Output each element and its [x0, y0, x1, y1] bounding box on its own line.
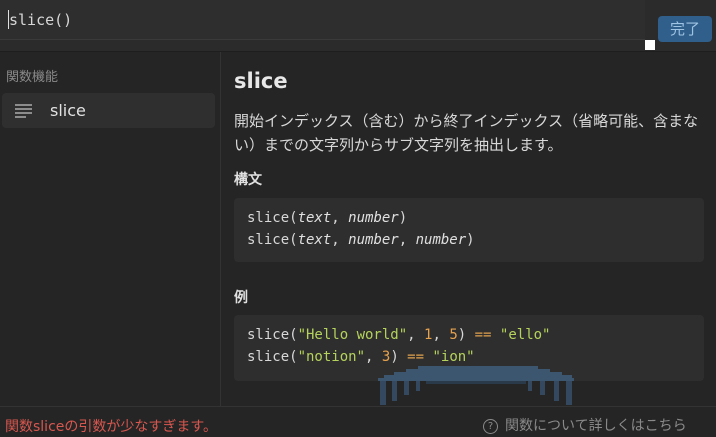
function-description: 開始インデックス（含む）から終了インデックス（省略可能、含まない）までの文字列か…: [234, 112, 699, 154]
pixel-art-decoration: [378, 366, 574, 405]
help-icon: ?: [483, 419, 498, 434]
sidebar-header: 関数機能: [6, 70, 59, 85]
example-line: slice("Hello world", 1, 5) == "ello": [247, 327, 551, 343]
syntax-label: 構文: [234, 172, 262, 188]
status-footer: 関数sliceの引数が少なすぎます。 ? 関数について詳しくはこちら: [0, 406, 716, 437]
syntax-line: slice(text, number): [247, 210, 408, 226]
help-link-label: 関数について詳しくはこちら: [505, 418, 687, 434]
list-icon: [15, 104, 32, 118]
sidebar-item-slice[interactable]: slice: [2, 93, 215, 128]
function-sidebar: 関数機能 slice: [0, 52, 221, 406]
done-button[interactable]: 完了: [658, 16, 712, 42]
resize-handle[interactable]: [645, 40, 655, 50]
formula-editor-bar: slice() 完了: [0, 0, 716, 52]
error-message: 関数sliceの引数が少なすぎます。: [5, 419, 217, 435]
function-title: slice: [234, 69, 288, 93]
syntax-line: slice(text, number, number): [247, 232, 475, 248]
formula-input-text: slice(): [9, 11, 73, 29]
example-label: 例: [234, 290, 248, 306]
help-link[interactable]: ? 関数について詳しくはこちら: [483, 415, 687, 434]
sidebar-item-label: slice: [50, 101, 86, 120]
syntax-code-block: slice(text, number) slice(text, number, …: [234, 198, 704, 262]
function-detail-panel: slice 開始インデックス（含む）から終了インデックス（省略可能、含まない）ま…: [221, 52, 716, 406]
formula-input[interactable]: slice(): [0, 0, 645, 40]
